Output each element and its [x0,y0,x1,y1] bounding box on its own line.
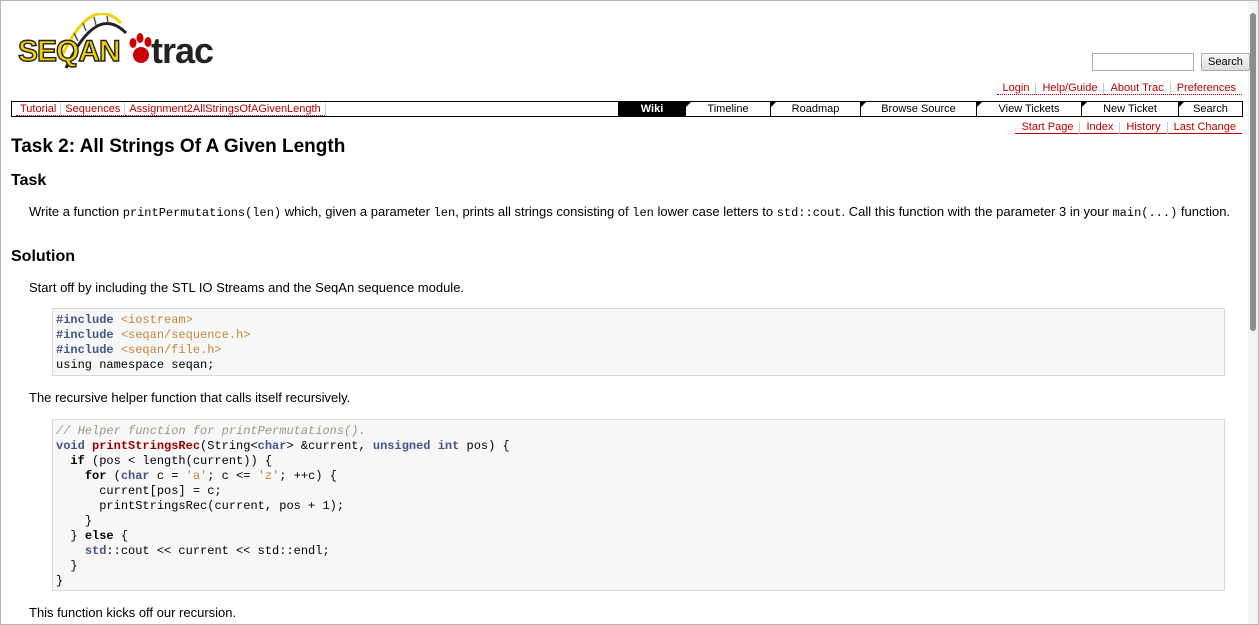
scrollbar-thumb[interactable] [1250,13,1256,331]
breadcrumb-sequences[interactable]: Sequences [61,103,125,116]
tab-label: Roadmap [791,103,840,115]
logo-trac-text: trac [151,30,214,71]
tab-label: View Tickets [998,103,1060,115]
section-solution-heading: Solution [11,248,75,265]
breadcrumb: Tutorial Sequences Assignment2AllStrings… [12,102,618,116]
tab-view-tickets[interactable]: View Tickets [976,102,1081,116]
solution-paragraph-3: This function kicks off our recursion. [29,605,237,620]
page-title: Task 2: All Strings Of A Given Length [11,136,346,157]
scrollbar[interactable] [1248,1,1258,624]
start-page-link[interactable]: Start Page [1015,121,1080,134]
section-task-heading: Task [11,172,47,189]
login-link[interactable]: Login [996,82,1036,95]
history-link[interactable]: History [1120,121,1167,134]
meta-nav: Login Help/Guide About Trac Preferences [996,82,1242,95]
main-navbar: Tutorial Sequences Assignment2AllStrings… [11,101,1243,117]
breadcrumb-tutorial[interactable]: Tutorial [16,103,61,116]
code-block-includes: #include <iostream> #include <seqan/sequ… [52,308,1225,376]
tab-roadmap[interactable]: Roadmap [770,102,860,116]
tab-label: Timeline [707,103,749,115]
tab-browse-source[interactable]: Browse Source [860,102,976,116]
preferences-link[interactable]: Preferences [1170,82,1242,95]
tab-label: Browse Source [881,103,956,115]
search-button[interactable]: Search [1201,53,1250,71]
task-description: Write a function printPermutations(len) … [29,204,1231,220]
search-input[interactable] [1092,53,1194,71]
tab-timeline[interactable]: Timeline [685,102,770,116]
tab-wiki[interactable]: Wiki [618,102,685,116]
index-link[interactable]: Index [1080,121,1120,134]
tab-new-ticket[interactable]: New Ticket [1081,102,1178,116]
context-nav: Start Page Index History Last Change [1015,121,1242,134]
tab-label: New Ticket [1103,103,1157,115]
about-trac-link[interactable]: About Trac [1104,82,1170,95]
logo-seqan-text: SEQAN [17,34,121,68]
site-logo[interactable]: SEQAN trac [16,13,231,71]
breadcrumb-assignment2[interactable]: Assignment2AllStringsOfAGivenLength [125,103,325,116]
help-guide-link[interactable]: Help/Guide [1036,82,1104,95]
last-change-link[interactable]: Last Change [1167,121,1242,134]
solution-paragraph-2: The recursive helper function that calls… [29,390,351,405]
code-block-helper: // Helper function for printPermutations… [52,419,1225,591]
solution-paragraph-1: Start off by including the STL IO Stream… [29,280,465,295]
tab-label: Search [1193,103,1228,115]
main-tabs: Wiki Timeline Roadmap Browse Source View… [618,102,1242,116]
tab-search[interactable]: Search [1178,102,1242,116]
